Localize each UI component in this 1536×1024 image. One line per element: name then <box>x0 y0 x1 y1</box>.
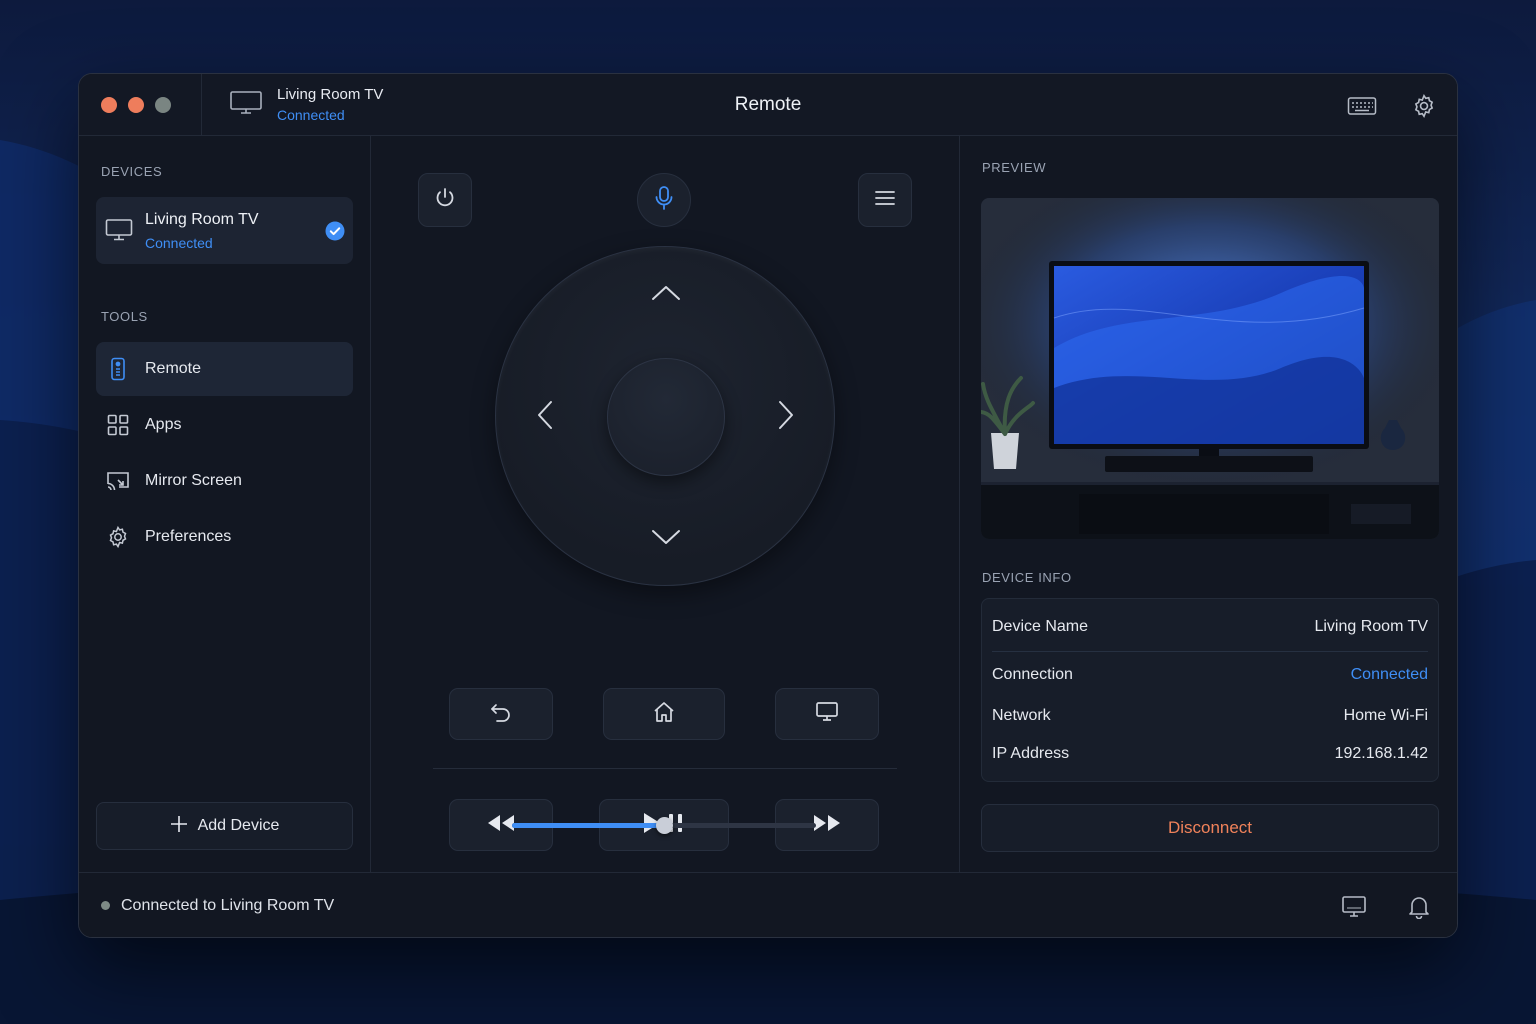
device-card-status: Connected <box>145 235 213 251</box>
sidebar-item-mirror-screen[interactable]: Mirror Screen <box>96 454 353 508</box>
info-divider <box>992 651 1428 652</box>
tv-icon <box>815 701 839 728</box>
chevron-up-icon <box>651 284 681 307</box>
device-card-living-room-tv[interactable]: Living Room TV Connected <box>96 197 353 264</box>
plus-icon <box>170 815 188 838</box>
sidebar-item-preferences[interactable]: Preferences <box>96 510 353 564</box>
titlebar-divider <box>201 74 202 136</box>
info-key: Network <box>992 707 1051 724</box>
fast-forward-icon <box>812 813 842 838</box>
display-icon[interactable] <box>1340 893 1368 921</box>
info-key: Device Name <box>992 618 1089 635</box>
power-button[interactable] <box>418 173 472 227</box>
info-row-network: Network Home Wi-Fi <box>992 707 1428 725</box>
tv-icon <box>229 89 263 120</box>
device-info-card: Device Name Living Room TV Connection Co… <box>981 598 1439 782</box>
info-value: Living Room TV <box>1314 618 1428 635</box>
status-text: Connected to Living Room TV <box>121 897 335 914</box>
remote-panel <box>371 136 959 921</box>
dpad-right-button[interactable] <box>766 397 806 437</box>
directional-pad <box>495 246 835 586</box>
dpad-ok-button[interactable] <box>607 358 725 476</box>
info-value: 192.168.1.42 <box>1334 745 1428 762</box>
tools-section-label: TOOLS <box>101 309 148 324</box>
add-device-button[interactable]: Add Device <box>96 802 353 850</box>
bell-icon[interactable] <box>1405 893 1433 921</box>
minimize-button[interactable] <box>128 97 144 113</box>
tv-icon <box>105 218 133 247</box>
microphone-icon <box>653 185 675 216</box>
device-info-section-label: DEVICE INFO <box>982 570 1072 585</box>
app-window: Living Room TV Connected Remote DEVICES <box>78 73 1458 938</box>
check-circle-icon <box>325 221 345 246</box>
right-panel: PREVIEW DEVICE INFO Device Name Living R… <box>959 136 1457 872</box>
close-button[interactable] <box>101 97 117 113</box>
menu-button[interactable] <box>858 173 912 227</box>
hamburger-menu-icon <box>874 189 896 212</box>
dpad-left-button[interactable] <box>525 397 565 437</box>
info-row-device-name: Device Name Living Room TV <box>992 618 1428 636</box>
sidebar-item-label: Preferences <box>145 528 232 545</box>
gear-icon <box>105 524 131 550</box>
info-value-connected: Connected <box>1350 666 1428 683</box>
devices-section-label: DEVICES <box>101 164 163 179</box>
voice-button[interactable] <box>637 173 691 227</box>
status-indicator-dot <box>101 901 110 910</box>
tv-preview-image <box>981 198 1439 539</box>
current-device[interactable]: Living Room TV Connected <box>229 86 383 123</box>
disconnect-button[interactable]: Disconnect <box>981 804 1439 852</box>
dpad-up-button[interactable] <box>646 275 686 315</box>
title-bar: Living Room TV Connected Remote <box>79 74 1457 136</box>
power-icon <box>433 186 457 215</box>
sidebar-item-label: Remote <box>145 360 202 377</box>
chevron-down-icon <box>651 528 681 551</box>
add-device-label: Add Device <box>197 817 280 834</box>
sidebar-item-remote[interactable]: Remote <box>96 342 353 396</box>
preview-section-label: PREVIEW <box>982 160 1047 175</box>
info-key: IP Address <box>992 745 1070 762</box>
info-row-ip-address: IP Address 192.168.1.42 <box>992 745 1428 763</box>
sidebar-item-label: Apps <box>145 416 182 433</box>
window-controls <box>101 97 171 113</box>
sidebar-item-label: Mirror Screen <box>145 472 242 489</box>
back-button[interactable] <box>449 688 553 740</box>
remote-icon <box>105 356 131 382</box>
keyboard-icon[interactable] <box>1347 91 1377 121</box>
volume-slider[interactable] <box>512 817 816 834</box>
info-value: Home Wi-Fi <box>1343 707 1428 724</box>
input-source-button[interactable] <box>775 688 879 740</box>
home-button[interactable] <box>603 688 725 740</box>
remote-divider <box>433 768 897 769</box>
device-card-name: Living Room TV <box>145 211 259 228</box>
info-key: Connection <box>992 666 1073 683</box>
dpad-down-button[interactable] <box>646 519 686 559</box>
current-device-status: Connected <box>277 107 345 123</box>
mirror-screen-icon <box>105 468 131 494</box>
zoom-button[interactable] <box>155 97 171 113</box>
volume-slider-fill <box>512 823 664 828</box>
home-icon <box>652 701 676 728</box>
volume-slider-thumb[interactable] <box>656 817 673 834</box>
chevron-right-icon <box>777 400 795 435</box>
grid-icon <box>105 412 131 438</box>
chevron-left-icon <box>536 400 554 435</box>
status-bar: Connected to Living Room TV <box>79 872 1457 937</box>
back-arrow-icon <box>489 702 513 727</box>
current-device-name: Living Room TV <box>277 86 384 103</box>
sidebar: DEVICES Living Room TV Connected TOOLS R… <box>79 136 371 872</box>
info-row-connection: Connection Connected <box>992 666 1428 684</box>
gear-icon[interactable] <box>1409 91 1439 121</box>
sidebar-item-apps[interactable]: Apps <box>96 398 353 452</box>
